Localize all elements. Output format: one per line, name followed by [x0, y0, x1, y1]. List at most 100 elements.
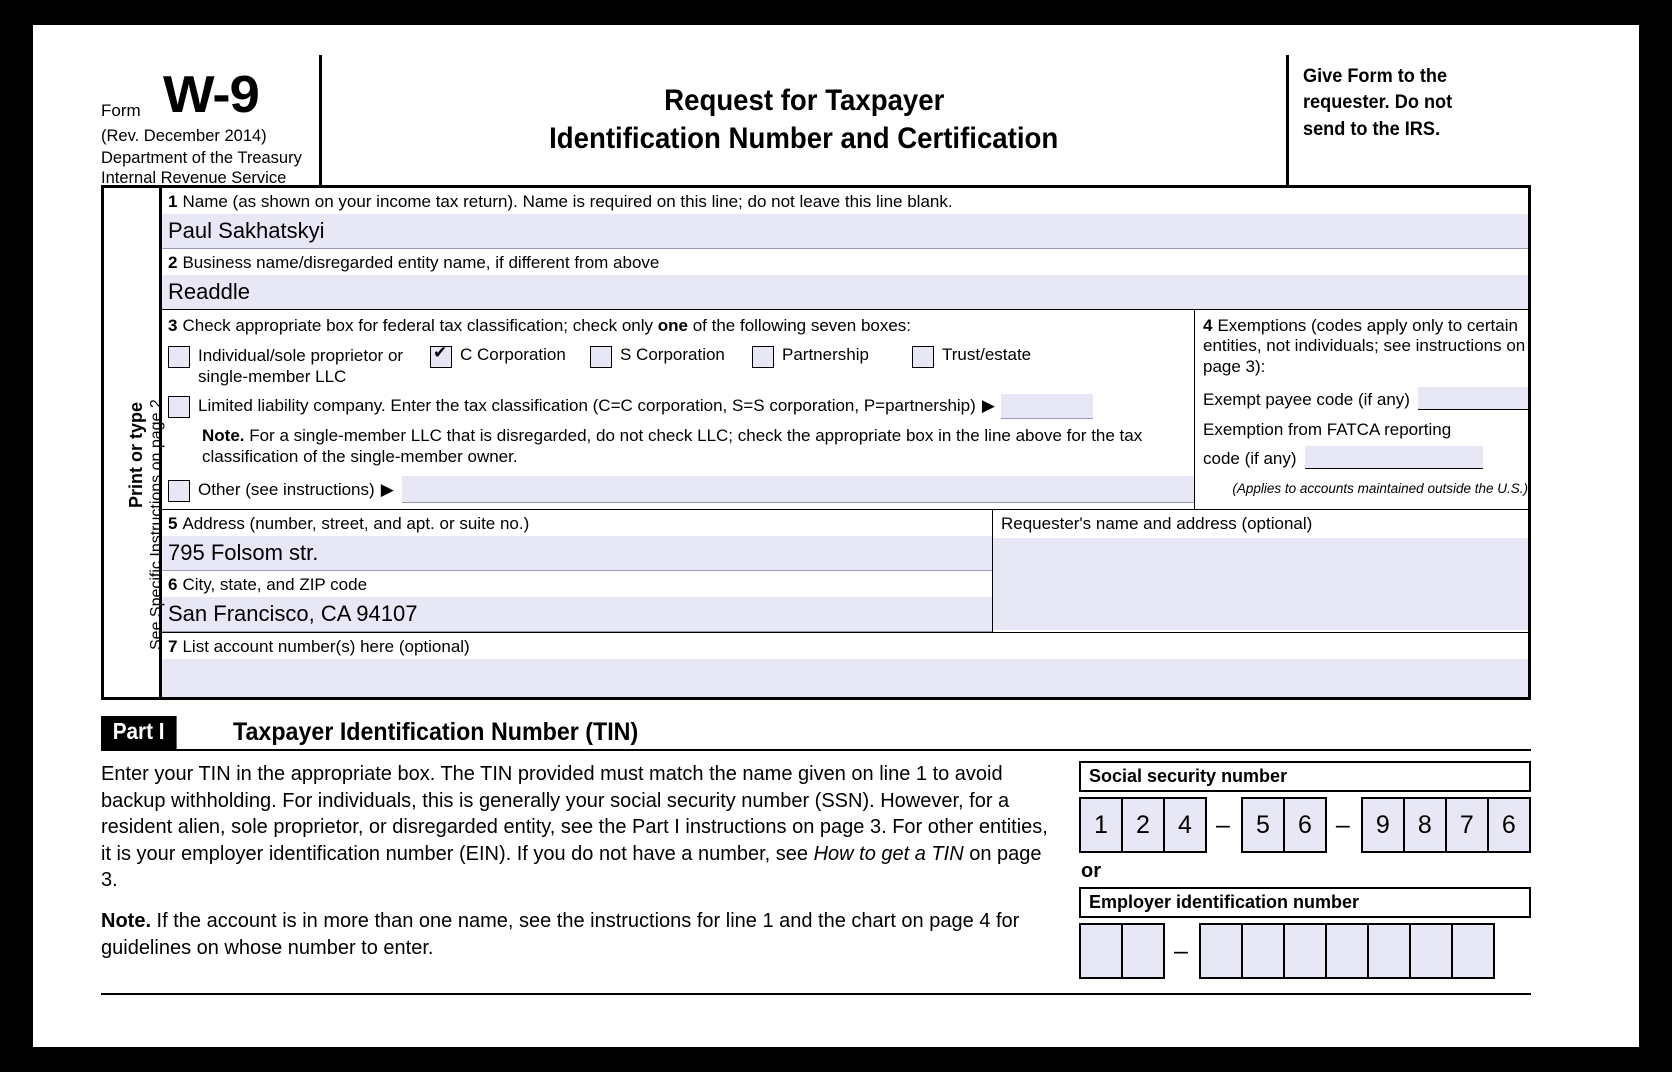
ssn-digit-6[interactable]: 9: [1360, 797, 1405, 853]
line1-label-row: 1 Name (as shown on your income tax retur…: [162, 188, 1528, 214]
line5-address-input[interactable]: 795 Folsom str.: [162, 536, 992, 571]
option-partnership-label: Partnership: [782, 345, 869, 364]
ein-group-1: [1079, 923, 1165, 979]
line7-account-number-input[interactable]: [162, 659, 1528, 697]
classification-and-exemptions-row: 3 Check appropriate box for federal tax c…: [162, 310, 1528, 510]
ein-digit-7[interactable]: [1366, 923, 1411, 979]
option-other-label: Other (see instructions): [198, 479, 375, 499]
llc-arrow-icon: ▶: [981, 396, 995, 415]
line7-number: 7: [168, 637, 178, 656]
ssn-digit-7[interactable]: 8: [1402, 797, 1447, 853]
department-line-1: Department of the Treasury: [101, 149, 302, 167]
notice-line-2: requester. Do not: [1303, 91, 1453, 114]
line6-number: 6: [168, 575, 178, 594]
option-other[interactable]: Other (see instructions) ▶: [168, 476, 1194, 503]
line3-classification-block: 3 Check appropriate box for federal tax c…: [162, 310, 1195, 509]
checkbox-other-icon[interactable]: [168, 479, 190, 502]
notice-line-3: send to the IRS.: [1303, 117, 1441, 140]
classification-options-row: Individual/sole proprietor or single-mem…: [168, 343, 1194, 388]
fatca-label-line-1: Exemption from FATCA reporting: [1203, 420, 1452, 440]
form-body: Print or type See Specific Instructions …: [101, 185, 1531, 700]
ssn-label: Social security number: [1079, 761, 1531, 792]
option-s-corporation-label: S Corporation: [620, 345, 725, 364]
line6-label: City, state, and ZIP code: [182, 575, 368, 594]
option-llc-label: Limited liability company. Enter the tax…: [198, 396, 976, 415]
ein-digit-4[interactable]: [1240, 923, 1285, 979]
ssn-digit-4[interactable]: 5: [1240, 797, 1285, 853]
line4-footnote: (Applies to accounts maintained outside …: [1232, 481, 1528, 497]
part-one-paragraph-1: Enter your TIN in the appropriate box. T…: [101, 761, 1061, 894]
option-individual[interactable]: Individual/sole proprietor or single-mem…: [168, 345, 430, 388]
ssn-digit-2[interactable]: 2: [1121, 797, 1165, 853]
line1-name-input[interactable]: Paul Sakhatskyi: [162, 214, 1528, 249]
ssn-group-3: 9 8 7 6: [1360, 797, 1531, 853]
line2-label: Business name/disregarded entity name, i…: [182, 253, 660, 272]
ein-digit-5[interactable]: [1282, 923, 1327, 979]
ssn-digit-8[interactable]: 7: [1444, 797, 1489, 853]
paragraph-1-italic: How to get a TIN: [813, 842, 964, 865]
checkbox-partnership-icon[interactable]: [752, 346, 774, 368]
department-line-2: Internal Revenue Service: [101, 169, 287, 187]
option-s-corporation[interactable]: S Corporation: [590, 345, 752, 368]
checkbox-c-corporation-icon[interactable]: [430, 343, 452, 368]
checkbox-individual-icon[interactable]: [168, 346, 190, 368]
llc-classification-input[interactable]: [1000, 393, 1093, 419]
option-partnership[interactable]: Partnership: [752, 345, 912, 368]
line6-city-state-zip-input[interactable]: San Francisco, CA 94107: [162, 597, 992, 632]
fatca-code-input[interactable]: [1304, 446, 1483, 470]
option-c-corporation[interactable]: C Corporation: [430, 343, 590, 368]
ein-digit-6[interactable]: [1324, 923, 1369, 979]
requester-block: Requester's name and address (optional): [993, 510, 1528, 632]
ein-digit-8[interactable]: [1408, 923, 1453, 979]
option-llc[interactable]: Limited liability company. Enter the tax…: [168, 393, 1194, 419]
ein-digit-9[interactable]: [1450, 923, 1495, 979]
part-one-title: Taxpayer Identification Number (TIN): [232, 718, 638, 746]
other-arrow-icon: ▶: [380, 479, 394, 499]
exempt-payee-label: Exempt payee code (if any): [1203, 390, 1410, 410]
checkbox-llc-icon[interactable]: [168, 396, 190, 418]
line2-business-name-input[interactable]: Readdle: [162, 275, 1528, 310]
option-trust-estate[interactable]: Trust/estate: [912, 345, 1031, 368]
rail-instructions: See Specific Instructions on page 2.: [148, 394, 165, 650]
other-classification-input[interactable]: [401, 476, 1194, 503]
ssn-boxes: 1 2 4 – 5 6 – 9 8 7 6: [1079, 797, 1531, 853]
ssn-dash-2: –: [1335, 811, 1350, 839]
line5-label-row: 5 Address (number, street, and apt. or su…: [162, 510, 992, 536]
requester-input[interactable]: [993, 538, 1528, 630]
part-one-instructions: Enter your TIN in the appropriate box. T…: [101, 761, 1061, 979]
ssn-digit-1[interactable]: 1: [1079, 797, 1123, 853]
exempt-payee-input[interactable]: [1417, 387, 1528, 411]
header-left-block: Form W-9 (Rev. December 2014) Department…: [101, 55, 322, 187]
part-one-body: Enter your TIN in the appropriate box. T…: [101, 761, 1531, 979]
form-header: Form W-9 (Rev. December 2014) Department…: [101, 55, 1531, 187]
w9-form: Form W-9 (Rev. December 2014) Department…: [101, 55, 1531, 995]
checkbox-s-corporation-icon[interactable]: [590, 346, 612, 368]
form-revision: (Rev. December 2014): [101, 127, 267, 145]
option-c-corporation-label: C Corporation: [460, 345, 566, 364]
ein-digit-2[interactable]: [1121, 923, 1165, 979]
line1-label: Name (as shown on your income tax return…: [182, 192, 953, 211]
ssn-digit-5[interactable]: 6: [1282, 797, 1327, 853]
part-one-badge: Part I: [101, 716, 177, 749]
ein-digit-3[interactable]: [1198, 923, 1243, 979]
ssn-group-1: 1 2 4: [1079, 797, 1207, 853]
line5-label: Address (number, street, and apt. or sui…: [182, 514, 530, 533]
fatca-row: code (if any): [1203, 446, 1528, 470]
ein-boxes: –: [1079, 923, 1531, 979]
form-title-line-1: Request for Taxpayer: [663, 83, 945, 117]
address-and-requester-row: 5 Address (number, street, and apt. or su…: [162, 510, 1528, 633]
ein-label: Employer identification number: [1079, 887, 1531, 918]
ein-digit-1[interactable]: [1079, 923, 1123, 979]
line4-heading: Exemptions (codes apply only to certain …: [1203, 316, 1526, 376]
notice-line-1: Give Form to the: [1303, 65, 1448, 87]
ssn-digit-9[interactable]: 6: [1486, 797, 1531, 853]
part-one-note-text: If the account is in more than one name,…: [101, 909, 1020, 959]
ssn-digit-3[interactable]: 4: [1163, 797, 1207, 853]
checkbox-trust-estate-icon[interactable]: [912, 346, 934, 368]
bottom-rule: [101, 993, 1531, 995]
line7-block: 7 List account number(s) here (optional): [162, 633, 1528, 697]
tin-entry-column: Social security number 1 2 4 – 5 6 – 9 8…: [1061, 761, 1531, 979]
line3-note: Note. For a single-member LLC that is di…: [202, 425, 1194, 469]
line1-number: 1: [168, 192, 178, 211]
line3-label-post: of the following seven boxes:: [688, 316, 912, 335]
